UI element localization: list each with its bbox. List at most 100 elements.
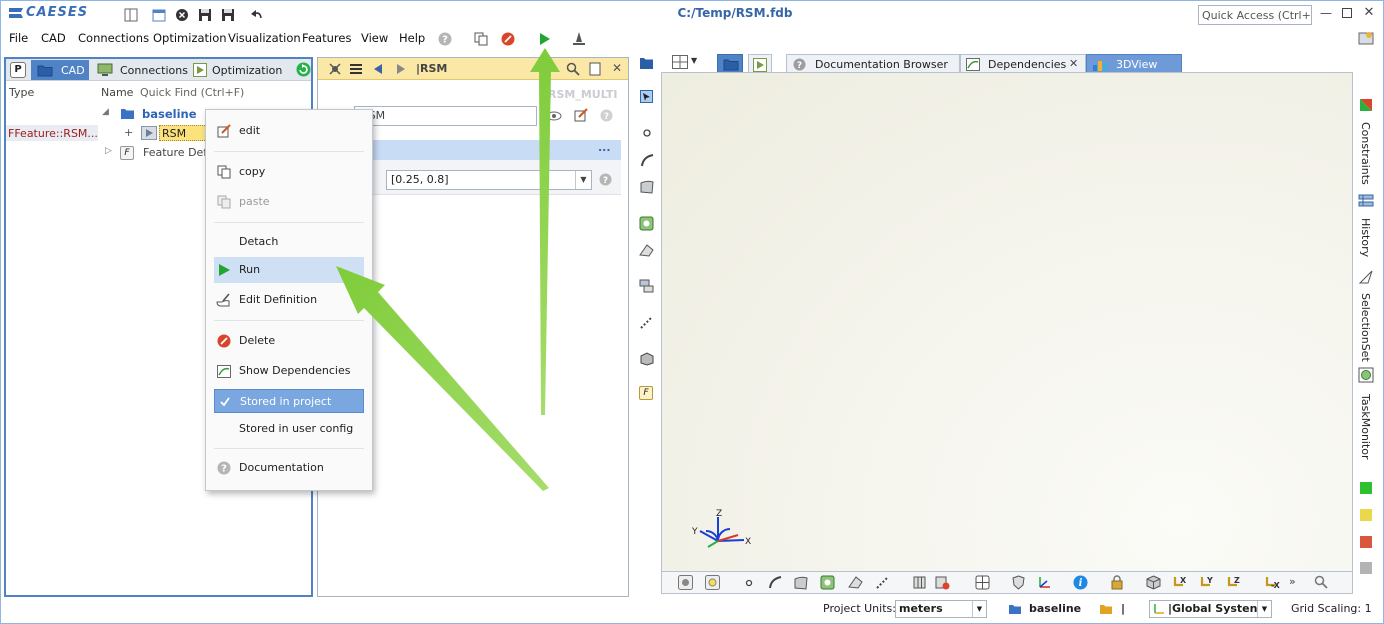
surface-icon[interactable] — [793, 575, 808, 590]
tab-p[interactable]: P — [10, 60, 28, 80]
refresh-icon[interactable] — [296, 62, 311, 77]
point-icon[interactable] — [643, 129, 651, 137]
menu-item-run[interactable]: Run — [214, 257, 364, 283]
run-icon[interactable] — [536, 31, 552, 47]
list-icon[interactable] — [350, 63, 362, 75]
expand-arrow-icon[interactable]: ▷ — [105, 146, 112, 156]
lock-icon[interactable] — [1110, 575, 1124, 590]
view-iso-icon[interactable] — [1146, 575, 1161, 590]
info-icon[interactable]: i — [1073, 575, 1088, 590]
status-baseline[interactable]: baseline — [1029, 602, 1081, 615]
highlight-mode-icon[interactable] — [705, 575, 720, 590]
project-units-combobox[interactable]: meters ▼ — [895, 600, 987, 618]
search-icon[interactable] — [566, 62, 580, 76]
menu-view[interactable]: View — [361, 31, 388, 45]
menu-item-paste[interactable]: paste — [214, 189, 364, 215]
bspline-icon[interactable] — [639, 278, 654, 293]
dock-history[interactable]: History — [1359, 218, 1372, 257]
menu-item-stored-in-project[interactable]: Stored in project — [214, 389, 364, 413]
menu-item-documentation[interactable]: ? Documentation — [214, 455, 364, 481]
3d-viewport[interactable]: Z Y X — [661, 72, 1353, 572]
clip-icon[interactable] — [934, 575, 950, 590]
help-icon[interactable]: ? — [599, 173, 612, 186]
menu-item-copy[interactable]: copy — [214, 159, 364, 185]
dock-selectionset[interactable]: SelectionSet — [1359, 293, 1372, 362]
box-icon[interactable] — [639, 351, 654, 366]
tab-connections[interactable]: Connections — [92, 60, 188, 80]
chevron-down-icon[interactable]: ▼ — [575, 171, 591, 189]
column-type[interactable]: Type — [9, 86, 34, 99]
close-window-button[interactable]: ✕ — [1361, 5, 1377, 21]
menu-features[interactable]: Features — [302, 31, 351, 45]
image-surface-icon[interactable] — [639, 216, 654, 231]
pin-icon[interactable] — [328, 62, 342, 76]
save-icon[interactable] — [197, 7, 213, 23]
dotted-line-icon[interactable] — [639, 315, 654, 330]
menu-visualization[interactable]: Visualization — [228, 31, 301, 45]
chevron-down-icon[interactable]: ▼ — [1257, 601, 1271, 617]
menu-item-detach[interactable]: Detach — [214, 229, 364, 255]
panel-layout-icon[interactable] — [123, 7, 139, 23]
measure-icon[interactable] — [571, 31, 587, 47]
edit-icon[interactable] — [574, 108, 588, 122]
view-z-icon[interactable]: Z — [1226, 575, 1242, 590]
menu-help[interactable]: Help — [399, 31, 425, 45]
expand-arrow-icon[interactable]: ◢ — [102, 107, 109, 117]
menu-item-edit-definition[interactable]: Edit Definition — [214, 287, 364, 313]
menu-file[interactable]: File — [9, 31, 28, 45]
save-as-icon[interactable] — [220, 7, 236, 23]
close-project-icon[interactable] — [174, 7, 190, 23]
name-field[interactable]: RSM — [354, 106, 537, 126]
point-icon[interactable] — [745, 579, 753, 587]
help-icon[interactable]: ? — [437, 31, 453, 47]
menu-item-delete[interactable]: Delete — [214, 328, 364, 354]
quick-find-input[interactable]: Quick Find (Ctrl+F) — [140, 86, 244, 99]
maximize-button[interactable] — [1339, 5, 1355, 21]
expand-plus-icon[interactable]: + — [124, 126, 133, 139]
view-neg-x-icon[interactable]: -X — [1264, 575, 1280, 590]
tab-3dview[interactable]: 3DView — [1086, 54, 1182, 74]
opt-view-button[interactable] — [748, 54, 772, 74]
close-editor-icon[interactable]: ✕ — [612, 61, 622, 75]
cad-view-button[interactable] — [717, 54, 743, 74]
undock-icon[interactable] — [588, 62, 602, 76]
folder-icon[interactable] — [639, 56, 654, 70]
duplicate-icon[interactable] — [473, 31, 489, 47]
help-icon[interactable]: ? — [600, 109, 613, 122]
minimize-button[interactable]: — — [1318, 5, 1334, 21]
tab-dependencies[interactable]: Dependencies ✕ — [960, 54, 1086, 74]
visibility-icon[interactable] — [546, 109, 562, 123]
back-arrow-icon[interactable] — [372, 63, 384, 75]
undo-icon[interactable] — [249, 7, 265, 23]
render-mode-icon[interactable] — [678, 575, 693, 590]
workspace-icon[interactable] — [1358, 30, 1374, 46]
search-icon[interactable] — [1314, 575, 1328, 589]
axis-icon[interactable] — [1037, 575, 1052, 590]
solid-icon[interactable] — [848, 575, 863, 589]
dotted-line-icon[interactable] — [875, 575, 890, 590]
tab-optimization[interactable]: Optimization — [190, 60, 284, 80]
more-tools-button[interactable]: » — [1289, 575, 1296, 588]
dock-taskmonitor[interactable]: TaskMonitor — [1359, 394, 1372, 460]
forward-arrow-icon[interactable] — [395, 63, 407, 75]
view-y-icon[interactable]: Y — [1199, 575, 1215, 590]
menu-item-stored-in-user-config[interactable]: Stored in user config — [214, 416, 364, 442]
shield-icon[interactable] — [1011, 575, 1026, 590]
select-icon[interactable] — [640, 90, 653, 103]
range-combobox[interactable]: [0.25, 0.8] ▼ — [386, 170, 592, 190]
tab-cad[interactable]: CAD — [31, 60, 89, 80]
curve-icon[interactable] — [640, 153, 654, 167]
coordinate-system-combobox[interactable]: |Global Systen ▼ — [1149, 600, 1272, 618]
view-x-icon[interactable]: X — [1172, 575, 1188, 590]
column-name[interactable]: Name — [101, 86, 133, 99]
close-tab-icon[interactable]: ✕ — [1069, 57, 1078, 70]
section-more-button[interactable]: ... — [598, 141, 611, 154]
menu-item-show-dependencies[interactable]: Show Dependencies — [214, 358, 364, 384]
stop-icon[interactable] — [500, 31, 516, 47]
menu-item-edit[interactable]: edit — [214, 118, 364, 144]
curve-icon[interactable] — [768, 575, 782, 589]
surface-icon[interactable] — [639, 179, 654, 194]
chevron-down-icon[interactable]: ▼ — [972, 601, 986, 617]
menu-cad[interactable]: CAD — [41, 31, 66, 45]
quick-access-input[interactable]: Quick Access (Ctrl+Q) — [1198, 5, 1312, 25]
